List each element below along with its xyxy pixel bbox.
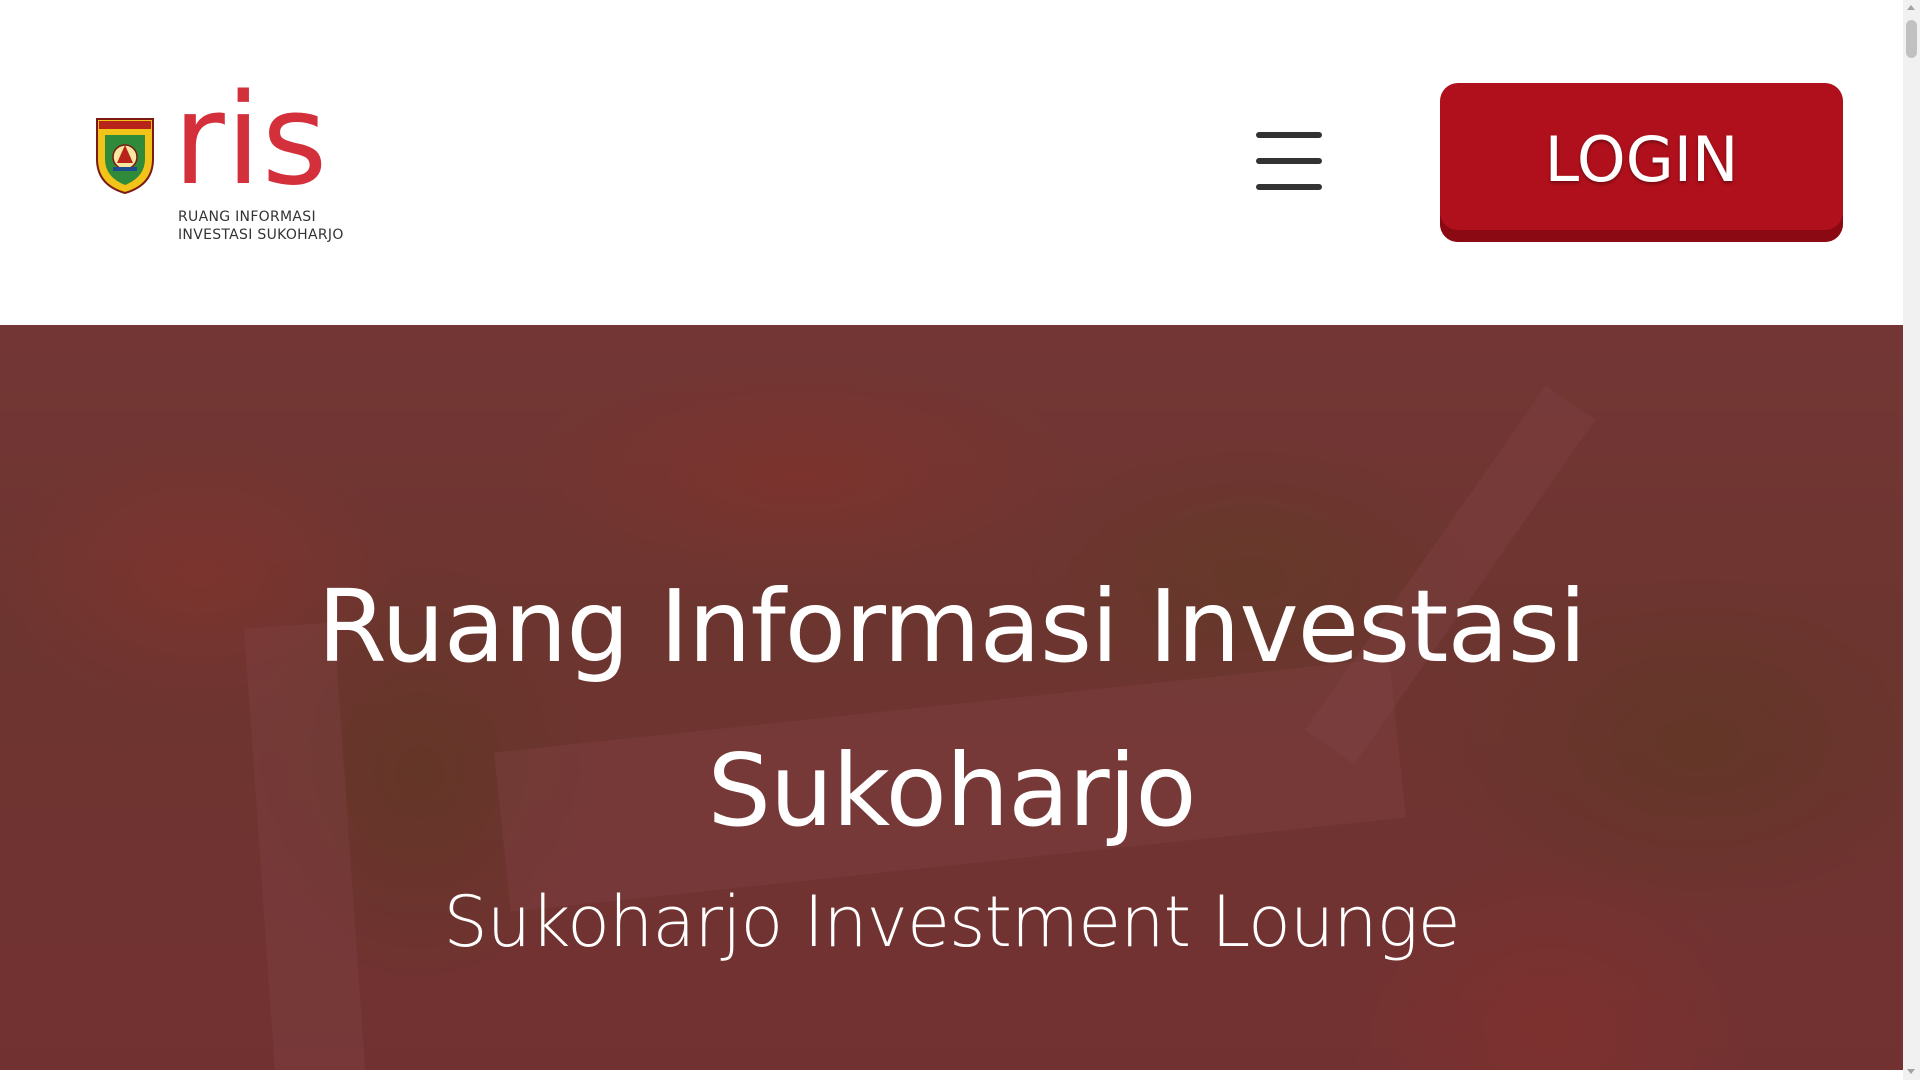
logo-subtitle-line2: INVESTASI SUKOHARJO	[178, 227, 344, 243]
regency-crest-icon	[96, 118, 154, 195]
login-button[interactable]: LOGIN	[1440, 83, 1843, 242]
logo-subtitle: RUANG INFORMASI INVESTASI SUKOHARJO	[178, 208, 344, 244]
hamburger-menu-icon[interactable]	[1250, 126, 1324, 196]
menu-bar-middle	[1256, 158, 1322, 164]
site-logo[interactable]: ris RUANG INFORMASI INVESTASI SUKOHARJO	[95, 77, 365, 245]
scrollbar-thumb[interactable]	[1906, 20, 1917, 58]
hero-title: Ruang Informasi Investasi Sukoharjo	[0, 545, 1903, 873]
logo-wordmark: ris	[173, 66, 329, 213]
hero-banner: Ruang Informasi Investasi Sukoharjo Suko…	[0, 325, 1903, 1070]
hero-title-line1: Ruang Informasi Investasi	[317, 568, 1586, 685]
scroll-down-arrow-icon[interactable]	[1907, 1069, 1915, 1074]
hero-subtitle: Sukoharjo Investment Lounge	[443, 881, 1460, 963]
hero-title-line2: Sukoharjo	[707, 732, 1196, 849]
page-scrollbar[interactable]	[1903, 0, 1920, 1080]
scroll-up-arrow-icon[interactable]	[1907, 5, 1915, 10]
menu-bar-bottom	[1256, 184, 1322, 190]
logo-subtitle-line1: RUANG INFORMASI	[178, 209, 316, 225]
menu-bar-top	[1256, 132, 1322, 138]
site-header: ris RUANG INFORMASI INVESTASI SUKOHARJO …	[0, 0, 1903, 325]
